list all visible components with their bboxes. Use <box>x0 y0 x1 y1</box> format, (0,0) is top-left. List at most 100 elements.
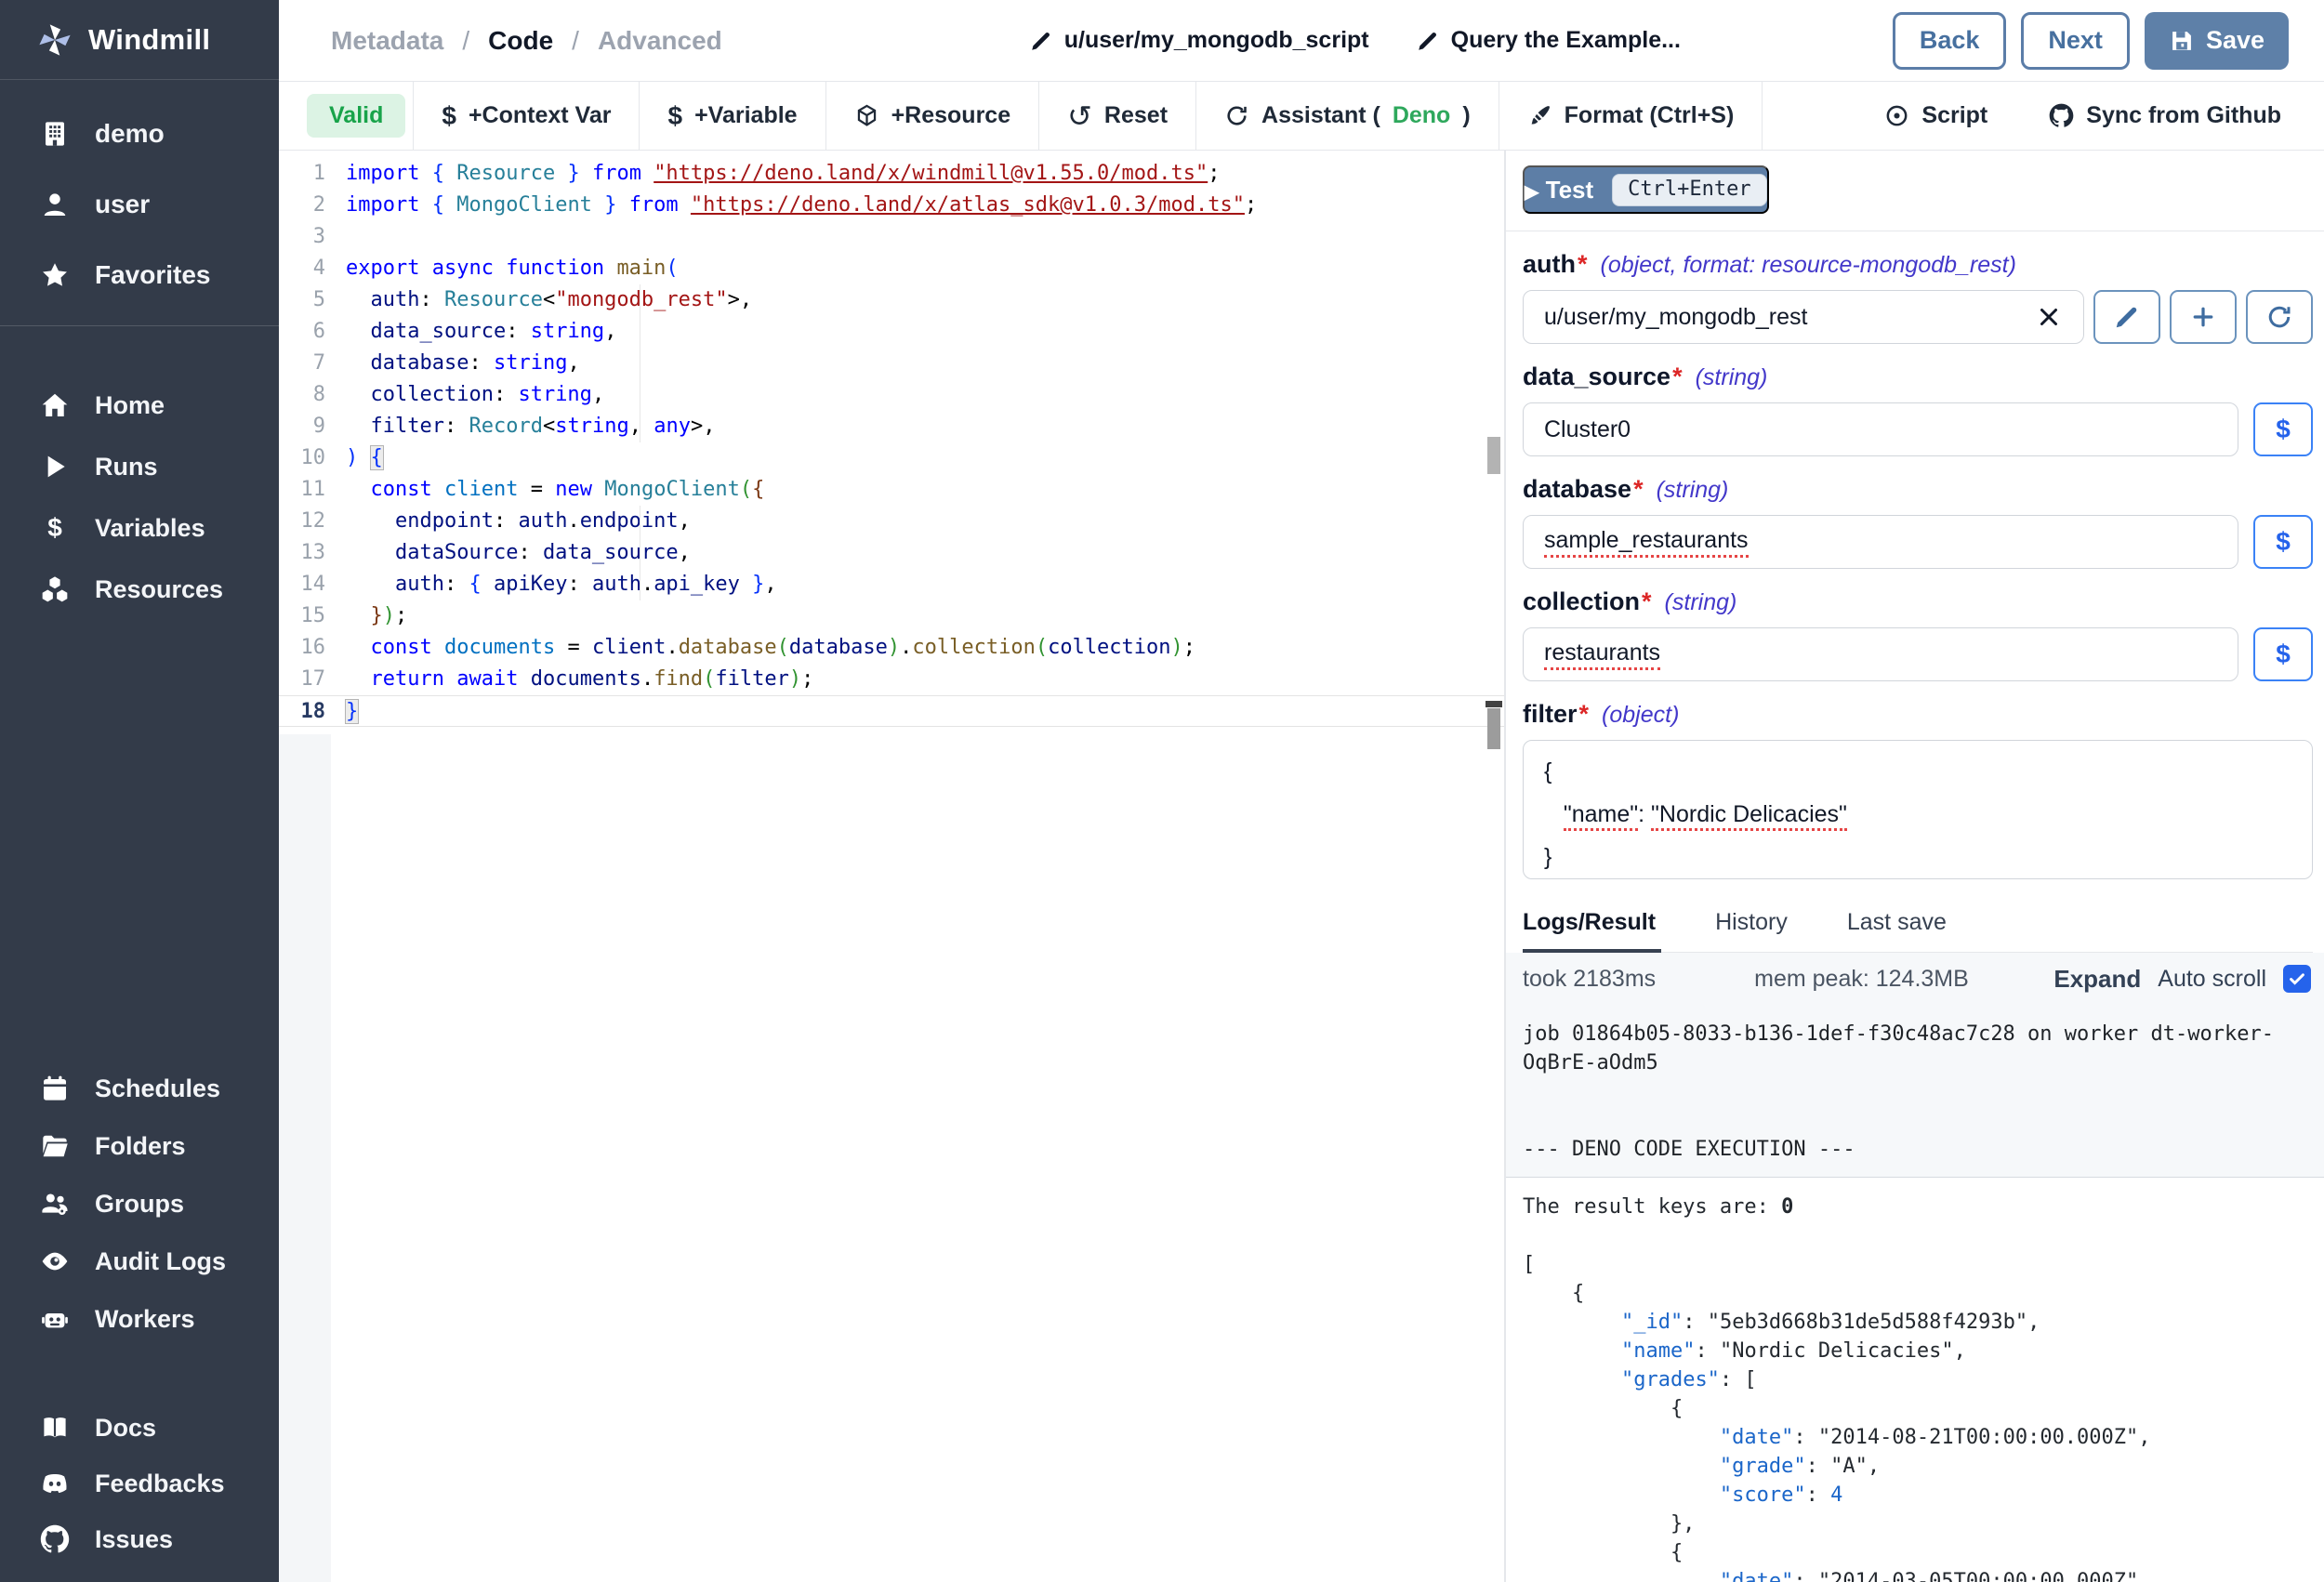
sidebar-item-label: Schedules <box>95 1074 220 1103</box>
filter-json-input[interactable]: { "name": "Nordic Delicacies"} <box>1523 740 2313 879</box>
data-source-variable-button[interactable]: $ <box>2253 402 2313 456</box>
sidebar-item-label: Audit Logs <box>95 1247 226 1276</box>
line-number: 18 <box>279 696 346 726</box>
database-input[interactable]: sample_restaurants <box>1523 515 2238 569</box>
sidebar-item-runs[interactable]: Runs <box>0 436 279 497</box>
tab-metadata[interactable]: Metadata <box>331 26 443 56</box>
code-line-11[interactable]: 11 const client = new MongoClient({ <box>279 474 1504 506</box>
code-line-3[interactable]: 3 <box>279 221 1504 253</box>
code-line-12[interactable]: 12 endpoint: auth.endpoint, <box>279 506 1504 537</box>
sidebar-item-user[interactable]: user <box>0 169 279 240</box>
script-path[interactable]: u/user/my_mongodb_script <box>1029 27 1369 54</box>
toolbar-format-ctrl-s[interactable]: Format (Ctrl+S) <box>1499 82 1763 150</box>
save-button[interactable]: Save <box>2145 12 2289 70</box>
back-button[interactable]: Back <box>1893 12 2007 70</box>
autoscroll-checkbox[interactable] <box>2283 965 2311 993</box>
folder-icon <box>39 1131 71 1161</box>
add-resource-button[interactable] <box>2170 290 2237 344</box>
code-line-6[interactable]: 6 data_source: string, <box>279 316 1504 348</box>
auth-resource-input[interactable]: u/user/my_mongodb_rest <box>1523 290 2084 344</box>
database-field-label: database* (string) <box>1523 475 2313 504</box>
code-line-18[interactable]: 18} <box>279 695 1504 727</box>
line-number: 17 <box>279 664 346 695</box>
dollar-icon: $ <box>442 103 456 129</box>
clear-auth-icon[interactable] <box>2035 303 2063 331</box>
mem-peak: mem peak: 124.3MB <box>1754 966 1969 993</box>
code-line-17[interactable]: 17 return await documents.find(filter); <box>279 664 1504 695</box>
tab-code[interactable]: Code <box>488 26 553 56</box>
sidebar-item-groups[interactable]: Groups <box>0 1175 279 1233</box>
line-number: 6 <box>279 316 346 348</box>
cubes-icon <box>39 574 71 604</box>
code-line-9[interactable]: 9 filter: Record<string, any>, <box>279 411 1504 442</box>
line-number: 16 <box>279 632 346 664</box>
sidebar-item-favorites[interactable]: Favorites <box>0 240 279 310</box>
script-summary[interactable]: Query the Example... <box>1416 27 1681 54</box>
collection-input[interactable]: restaurants <box>1523 627 2238 681</box>
sidebar-item-schedules[interactable]: Schedules <box>0 1060 279 1117</box>
tab-history[interactable]: History <box>1715 903 1793 952</box>
edit-resource-button[interactable] <box>2093 290 2160 344</box>
run-panel: ▶ Test Ctrl+Enter auth* (object, format:… <box>1506 151 2324 1582</box>
test-shortcut-kbd: Ctrl+Enter <box>1612 174 1766 206</box>
code-line-1[interactable]: 1import { Resource } from "https://deno.… <box>279 158 1504 190</box>
code-line-15[interactable]: 15 }); <box>279 600 1504 632</box>
breadcrumb: Metadata / Code / Advanced <box>331 26 722 56</box>
code-line-7[interactable]: 7 database: string, <box>279 348 1504 379</box>
editor-scrollbar-thumb[interactable] <box>1487 708 1500 749</box>
autoscroll-label: Auto scroll <box>2158 966 2266 993</box>
next-button[interactable]: Next <box>2021 12 2130 70</box>
tab-last-save[interactable]: Last save <box>1847 903 1952 952</box>
code-editor[interactable]: 1import { Resource } from "https://deno.… <box>279 151 1504 1582</box>
code-line-13[interactable]: 13 dataSource: data_source, <box>279 537 1504 569</box>
toolbar-assistant[interactable]: Assistant (Deno) <box>1195 82 1499 150</box>
expand-button[interactable]: Expand <box>2053 965 2141 994</box>
code-line-4[interactable]: 4export async function main( <box>279 253 1504 284</box>
tab-advanced[interactable]: Advanced <box>598 26 722 56</box>
sidebar-item-folders[interactable]: Folders <box>0 1117 279 1175</box>
sidebar-item-label: Resources <box>95 575 223 604</box>
collection-variable-button[interactable]: $ <box>2253 627 2313 681</box>
result-output[interactable]: The result keys are: 0 [ { "_id": "5eb3d… <box>1523 1178 2313 1582</box>
sidebar-item-audit-logs[interactable]: Audit Logs <box>0 1233 279 1290</box>
format-icon <box>1527 103 1552 128</box>
toolbar-sync-from-github[interactable]: Sync from Github <box>2049 102 2281 129</box>
sidebar-item-workers[interactable]: Workers <box>0 1290 279 1348</box>
toolbar-script[interactable]: Script <box>1884 102 1987 129</box>
sidebar-item-demo[interactable]: demo <box>0 99 279 169</box>
sidebar: Windmill demouserFavorites HomeRuns$Vari… <box>0 0 279 1582</box>
run-stats-bar: took 2183ms mem peak: 124.3MB Expand Aut… <box>1506 953 2324 1005</box>
editor-scrollbar-thumb[interactable] <box>1487 437 1500 474</box>
box-icon <box>854 103 879 128</box>
toolbar-reset[interactable]: ↺Reset <box>1038 82 1195 150</box>
collection-field-label: collection* (string) <box>1523 587 2313 616</box>
result-intro-line: The result keys are: 0 <box>1523 1193 2313 1221</box>
database-variable-button[interactable]: $ <box>2253 515 2313 569</box>
refresh-resource-button[interactable] <box>2246 290 2313 344</box>
test-button[interactable]: ▶ Test Ctrl+Enter <box>1523 165 1769 214</box>
line-number: 14 <box>279 569 346 600</box>
breadcrumb-separator: / <box>462 26 469 56</box>
sidebar-item-feedbacks[interactable]: Feedbacks <box>0 1456 279 1511</box>
sidebar-item-variables[interactable]: $Variables <box>0 497 279 559</box>
sidebar-item-home[interactable]: Home <box>0 375 279 436</box>
tab-logs-result[interactable]: Logs/Result <box>1523 903 1661 953</box>
sidebar-item-issues[interactable]: Issues <box>0 1511 279 1567</box>
code-line-10[interactable]: 10) { <box>279 442 1504 474</box>
code-line-8[interactable]: 8 collection: string, <box>279 379 1504 411</box>
code-line-5[interactable]: 5 auth: Resource<"mongodb_rest">, <box>279 284 1504 316</box>
sidebar-item-label: Folders <box>95 1132 186 1161</box>
sidebar-item-resources[interactable]: Resources <box>0 559 279 620</box>
app-brand[interactable]: Windmill <box>0 0 279 80</box>
log-output[interactable]: job 01864b05-8033-b136-1def-f30c48ac7c28… <box>1506 1005 2324 1178</box>
toolbar-resource[interactable]: +Resource <box>825 82 1039 150</box>
code-line-2[interactable]: 2import { MongoClient } from "https://de… <box>279 190 1504 221</box>
code-line-16[interactable]: 16 const documents = client.database(dat… <box>279 632 1504 664</box>
code-line-14[interactable]: 14 auth: { apiKey: auth.api_key }, <box>279 569 1504 600</box>
gutter-tail <box>279 734 331 1582</box>
data-source-input[interactable]: Cluster0 <box>1523 402 2238 456</box>
sidebar-item-docs[interactable]: Docs <box>0 1400 279 1456</box>
circle-dot-icon <box>1884 103 1909 128</box>
toolbar-variable[interactable]: $+Variable <box>639 82 825 150</box>
toolbar-context-var[interactable]: $+Context Var <box>413 82 639 150</box>
